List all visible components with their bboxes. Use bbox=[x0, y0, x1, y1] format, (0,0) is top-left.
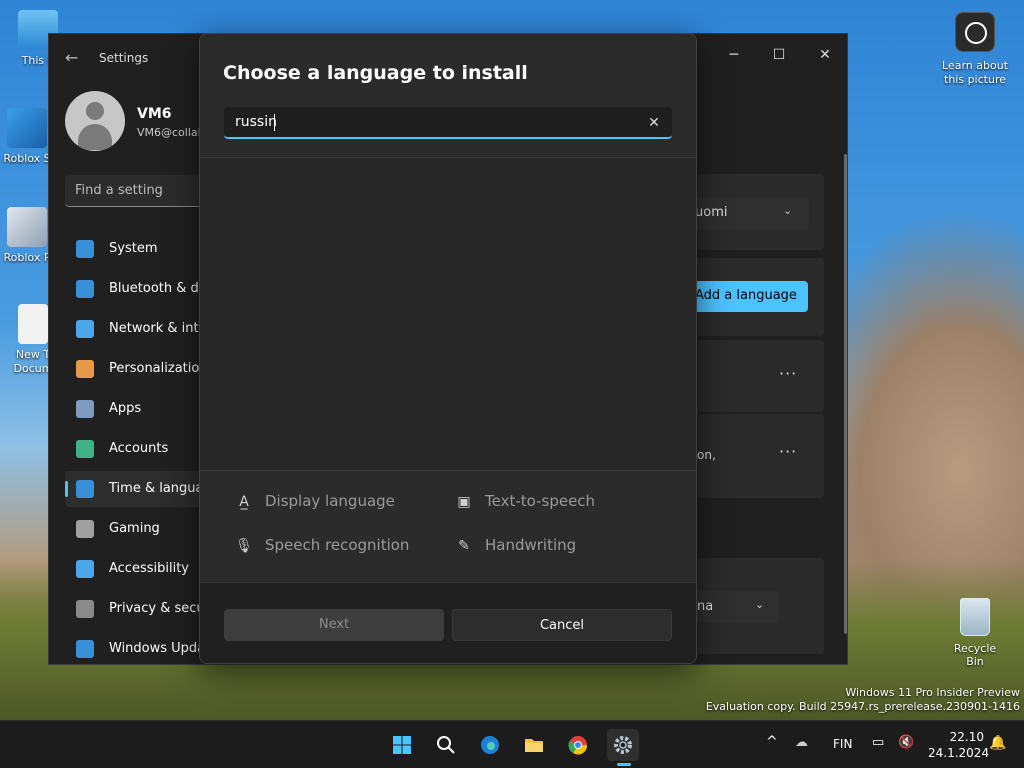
taskbar-edge-dev[interactable] bbox=[474, 729, 506, 761]
more-options-icon[interactable]: ··· bbox=[779, 364, 797, 383]
feature-label: Text-to-speech bbox=[485, 492, 596, 510]
profile-name: VM6 bbox=[137, 106, 172, 122]
search-results-list[interactable] bbox=[200, 158, 696, 470]
sidebar-item-icon bbox=[76, 640, 94, 658]
maximize-button[interactable]: ☐ bbox=[764, 40, 794, 70]
desktop-icon-label: New T Docum bbox=[13, 348, 53, 375]
feature-label: Speech recognition bbox=[265, 536, 410, 554]
search-button[interactable] bbox=[430, 729, 462, 761]
display-language-icon: A̲ bbox=[239, 494, 249, 510]
feature-label: Handwriting bbox=[485, 536, 577, 554]
sidebar-item-label: Gaming bbox=[109, 521, 160, 536]
sidebar-item-icon bbox=[76, 600, 94, 618]
close-button[interactable]: ✕ bbox=[810, 40, 840, 70]
text-to-speech-icon: ▣ bbox=[457, 494, 471, 510]
sidebar-item-label: Network & inte bbox=[109, 321, 207, 336]
search-icon bbox=[437, 736, 455, 754]
folder-icon bbox=[525, 739, 543, 752]
learn-about-picture-label[interactable]: Learn about this picture bbox=[932, 59, 1018, 87]
watermark-edition: Windows 11 Pro Insider Preview bbox=[845, 686, 1020, 699]
chrome-icon bbox=[568, 736, 588, 755]
roblox-studio-icon bbox=[7, 108, 47, 148]
profile-email: VM6@collal bbox=[137, 126, 201, 139]
roblox-player-icon bbox=[7, 207, 47, 247]
microphone-icon: 🎙 bbox=[235, 538, 253, 554]
sidebar-item-icon bbox=[76, 400, 94, 418]
sidebar-item-label: System bbox=[109, 241, 158, 256]
dialog-footer: Next Cancel bbox=[200, 582, 696, 663]
feature-label: Display language bbox=[265, 492, 395, 510]
evaluation-watermark: Windows 11 Pro Insider Preview Evaluatio… bbox=[706, 686, 1020, 714]
scrollbar[interactable] bbox=[844, 154, 847, 634]
sidebar-item-icon bbox=[76, 560, 94, 578]
recycle-bin-label: Recycle Bin bbox=[953, 642, 997, 668]
active-app-indicator bbox=[617, 763, 631, 766]
volume-muted-icon[interactable]: 🔇 bbox=[898, 735, 914, 750]
clear-search-icon[interactable]: ✕ bbox=[642, 111, 666, 135]
language-card-text: on, bbox=[697, 448, 716, 462]
divider bbox=[200, 470, 696, 471]
network-icon[interactable]: ▭ bbox=[872, 735, 884, 750]
sidebar-item-label: Personalization bbox=[109, 361, 208, 376]
feature-speech-recognition: 🎙 Speech recognition bbox=[235, 536, 409, 554]
feature-text-to-speech: ▣ Text-to-speech bbox=[455, 492, 595, 510]
text-caret bbox=[274, 114, 275, 131]
start-button[interactable] bbox=[386, 729, 418, 761]
taskbar-chrome[interactable] bbox=[562, 729, 594, 761]
language-search-input[interactable] bbox=[224, 107, 624, 137]
clock-date: 24.1.2024 bbox=[928, 746, 990, 760]
clock-time: 22.10 bbox=[949, 730, 984, 744]
learn-about-picture-icon[interactable] bbox=[955, 12, 995, 52]
dialog-title: Choose a language to install bbox=[223, 62, 528, 84]
desktop-icon-label: Roblox S bbox=[3, 152, 51, 165]
text-document-icon bbox=[18, 304, 48, 344]
format-dropdown-value: na bbox=[697, 599, 714, 614]
input-language-indicator[interactable]: FIN bbox=[833, 737, 852, 751]
recycle-bin-icon bbox=[960, 598, 990, 636]
language-search-box[interactable]: ✕ bbox=[224, 107, 672, 139]
minimize-button[interactable]: ─ bbox=[719, 40, 749, 70]
back-arrow-icon[interactable]: ← bbox=[65, 48, 78, 67]
handwriting-icon: ✎ bbox=[458, 538, 470, 554]
clock[interactable]: 22.10 24.1.2024 bbox=[928, 729, 990, 761]
sidebar-item-label: Bluetooth & de bbox=[109, 281, 207, 296]
sidebar-item-label: Apps bbox=[109, 401, 142, 416]
taskbar-file-explorer[interactable] bbox=[518, 729, 550, 761]
desktop-icon-recycle-bin[interactable]: Recycle Bin bbox=[944, 598, 1006, 668]
more-options-icon[interactable]: ··· bbox=[779, 442, 797, 461]
sidebar-item-icon bbox=[76, 280, 94, 298]
chevron-down-icon: ⌄ bbox=[783, 204, 793, 217]
cancel-button[interactable]: Cancel bbox=[452, 609, 672, 641]
region-dropdown-value: uomi bbox=[695, 205, 728, 220]
feature-handwriting: ✎ Handwriting bbox=[455, 536, 576, 554]
taskbar-settings[interactable] bbox=[607, 729, 639, 761]
sidebar-item-icon bbox=[76, 360, 94, 378]
windows-logo-icon bbox=[393, 736, 411, 754]
sidebar-item-icon bbox=[76, 240, 94, 258]
sidebar-item-icon bbox=[76, 520, 94, 538]
sidebar-item-icon bbox=[76, 320, 94, 338]
watermark-build: Evaluation copy. Build 25947.rs_prerelea… bbox=[705, 700, 1020, 713]
sidebar-item-icon bbox=[76, 480, 94, 498]
sidebar-item-label: Accounts bbox=[109, 441, 169, 456]
onedrive-cloud-icon[interactable]: ☁ bbox=[795, 735, 808, 750]
avatar[interactable] bbox=[65, 91, 125, 151]
sidebar-item-icon bbox=[76, 440, 94, 458]
sidebar-item-label: Privacy & secu bbox=[109, 601, 205, 616]
edge-browser-icon bbox=[481, 736, 499, 754]
sidebar-item-label: Windows Upda bbox=[109, 641, 206, 656]
app-title: Settings bbox=[99, 51, 149, 65]
next-button[interactable]: Next bbox=[224, 609, 444, 641]
feature-display-language: A̲ Display language bbox=[235, 492, 395, 510]
sidebar-item-label: Time & langua bbox=[109, 481, 204, 496]
taskbar: ^ ☁ FIN ▭ 🔇 22.10 24.1.2024 🔔 bbox=[0, 720, 1024, 768]
chevron-down-icon: ⌄ bbox=[755, 598, 765, 611]
notification-bell-icon[interactable]: 🔔 bbox=[989, 735, 1006, 751]
desktop-icon-label: Roblox P bbox=[3, 251, 51, 264]
sidebar-item-label: Accessibility bbox=[109, 561, 189, 576]
gear-icon bbox=[614, 736, 632, 754]
choose-language-dialog: Choose a language to install ✕ A̲ Display… bbox=[199, 33, 697, 664]
add-language-button[interactable]: Add a language bbox=[692, 281, 808, 312]
show-hidden-icons-chevron[interactable]: ^ bbox=[766, 734, 778, 750]
